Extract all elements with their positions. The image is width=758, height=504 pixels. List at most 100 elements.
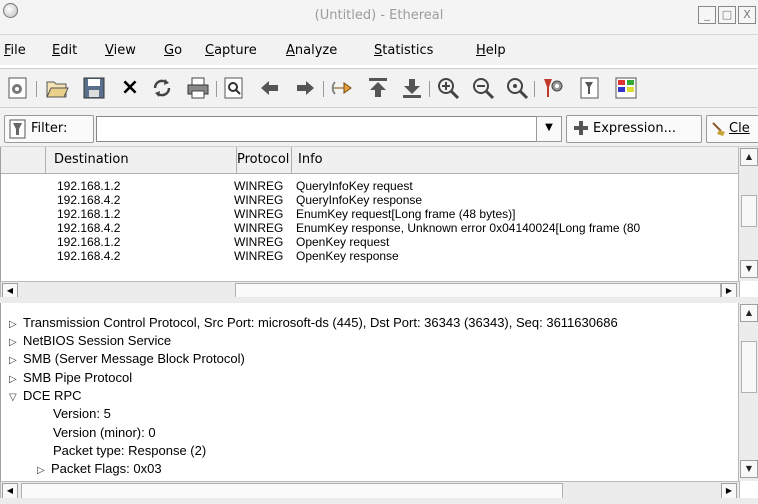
expander-collapsed-icon[interactable]: ▷ <box>9 374 23 385</box>
column-header-info[interactable]: Info <box>294 147 739 173</box>
packet-row[interactable]: 192.168.1.2 WINREG OpenKey request <box>1 235 739 249</box>
packet-details-tree: ▷ Transmission Control Protocol, Src Port… <box>0 303 739 481</box>
tree-row-text: Packet Flags: 0x03 <box>51 461 162 476</box>
packet-row[interactable]: 192.168.1.2 WINREG QueryInfoKey request <box>1 179 739 193</box>
packet-row[interactable]: 192.168.4.2 WINREG OpenKey response <box>1 249 739 263</box>
tree-row-text: Transmission Control Protocol, Src Port:… <box>23 315 618 330</box>
expander-expanded-icon[interactable]: ▽ <box>9 392 23 403</box>
tree-row-text: Packet type: Response (2) <box>53 443 207 458</box>
save-icon[interactable] <box>82 76 106 100</box>
expression-button[interactable]: Expression... <box>566 115 702 143</box>
scroll-down-button[interactable]: ▼ <box>740 460 758 478</box>
menu-view[interactable]: View <box>105 43 136 58</box>
tree-row-version-minor[interactable]: Version (minor): 0 <box>53 425 156 443</box>
close-window-button[interactable]: X <box>738 6 756 24</box>
interfaces-icon[interactable] <box>6 76 30 100</box>
filter-history-dropdown[interactable]: ▼ <box>536 116 562 142</box>
find-icon[interactable] <box>222 76 246 100</box>
forward-icon[interactable] <box>293 76 317 100</box>
scroll-right-button[interactable]: ▶ <box>721 483 737 499</box>
zoom-in-icon[interactable] <box>436 76 460 100</box>
toolbar-separator <box>429 81 430 97</box>
toolbar-separator <box>36 81 37 97</box>
minimize-button[interactable]: _ <box>698 6 716 24</box>
menu-statistics[interactable]: Statistics <box>374 43 433 58</box>
menu-capture[interactable]: Capture <box>205 43 257 58</box>
reload-icon[interactable] <box>150 76 174 100</box>
back-icon[interactable] <box>258 76 282 100</box>
zoom-out-icon[interactable] <box>471 76 495 100</box>
clear-label: Cle <box>729 121 750 136</box>
menu-file[interactable]: File <box>4 43 26 58</box>
packet-destination: 192.168.4.2 <box>57 193 121 207</box>
scroll-thumb[interactable] <box>741 195 757 227</box>
scroll-thumb[interactable] <box>741 341 757 393</box>
packet-info: QueryInfoKey response <box>296 193 423 207</box>
filter-label: Filter: <box>31 121 68 136</box>
packet-protocol: WINREG <box>234 249 284 263</box>
window-title: (Untitled) - Ethereal <box>314 8 444 23</box>
menu-help[interactable]: Help <box>476 43 506 58</box>
tree-row-tcp[interactable]: ▷ Transmission Control Protocol, Src Port… <box>9 315 618 333</box>
tree-row-packet-type[interactable]: Packet type: Response (2) <box>53 443 206 461</box>
packet-row[interactable]: 192.168.4.2 WINREG EnumKey response, Unk… <box>1 221 739 235</box>
scroll-left-button[interactable]: ◀ <box>2 483 18 499</box>
coloring-rules-icon[interactable] <box>614 76 638 100</box>
open-icon[interactable] <box>45 76 69 100</box>
packet-destination: 192.168.1.2 <box>57 179 121 193</box>
menu-analyze[interactable]: Analyze <box>286 43 337 58</box>
expander-collapsed-icon[interactable]: ▷ <box>37 465 51 476</box>
scroll-up-button[interactable]: ▲ <box>740 304 758 322</box>
clear-button[interactable]: Cle <box>706 115 758 143</box>
column-header-destination[interactable]: Destination <box>46 147 237 173</box>
packet-info: EnumKey request[Long frame (48 bytes)] <box>296 207 516 221</box>
close-icon[interactable]: × <box>118 76 142 100</box>
tree-row-smb-pipe[interactable]: ▷ SMB Pipe Protocol <box>9 370 132 388</box>
main-toolbar: × <box>0 68 758 108</box>
tree-row-version[interactable]: Version: 5 <box>53 406 111 424</box>
filter-toolbar: Filter: ▼ Expression... Cle <box>0 108 758 147</box>
goto-icon[interactable] <box>330 76 354 100</box>
scroll-down-button[interactable]: ▼ <box>740 260 758 278</box>
last-packet-icon[interactable] <box>400 76 424 100</box>
bottom-pane-divider[interactable] <box>0 498 758 504</box>
filter-button[interactable]: Filter: <box>4 115 94 143</box>
scroll-up-button[interactable]: ▲ <box>740 148 758 166</box>
menu-edit[interactable]: Edit <box>52 43 77 58</box>
capture-filter-icon[interactable] <box>540 76 564 100</box>
menu-go[interactable]: Go <box>164 43 182 58</box>
details-vscrollbar[interactable]: ▲ ▼ <box>738 303 758 481</box>
first-packet-icon[interactable] <box>366 76 390 100</box>
column-header-protocol[interactable]: Protocol <box>237 147 292 173</box>
tree-row-text: NetBIOS Session Service <box>23 333 172 348</box>
details-hscrollbar[interactable]: ◀ ▶ <box>0 481 740 499</box>
scroll-thumb[interactable] <box>21 483 563 499</box>
tree-row-dcerpc[interactable]: ▽ DCE RPC <box>9 388 82 406</box>
tree-row-smb[interactable]: ▷ SMB (Server Message Block Protocol) <box>9 351 245 369</box>
tree-row-text: Version (minor): 0 <box>53 425 156 440</box>
packet-list-vscrollbar[interactable]: ▲ ▼ <box>738 147 758 281</box>
packet-info: QueryInfoKey request <box>296 179 413 193</box>
tree-row-packet-flags[interactable]: ▷ Packet Flags: 0x03 <box>37 461 162 479</box>
maximize-button[interactable]: □ <box>718 6 736 24</box>
filter-icon <box>9 119 26 139</box>
expander-collapsed-icon[interactable]: ▷ <box>9 319 23 330</box>
menu-bar: File Edit View Go Capture Analyze Statis… <box>0 35 758 65</box>
tree-row-text: SMB Pipe Protocol <box>23 370 133 385</box>
packet-row[interactable]: 192.168.1.2 WINREG EnumKey request[Long … <box>1 207 739 221</box>
packet-row[interactable]: 192.168.4.2 WINREG QueryInfoKey response <box>1 193 739 207</box>
packet-destination: 192.168.4.2 <box>57 221 121 235</box>
print-icon[interactable] <box>186 76 210 100</box>
display-filter-icon[interactable] <box>578 76 602 100</box>
packet-protocol: WINREG <box>234 179 284 193</box>
expander-collapsed-icon[interactable]: ▷ <box>9 337 23 348</box>
tree-row-netbios[interactable]: ▷ NetBIOS Session Service <box>9 333 171 351</box>
zoom-normal-icon[interactable] <box>505 76 529 100</box>
broom-icon <box>712 122 725 136</box>
toolbar-separator <box>534 81 535 97</box>
plus-icon <box>574 121 588 135</box>
expander-collapsed-icon[interactable]: ▷ <box>9 355 23 366</box>
column-header-no[interactable] <box>1 147 46 173</box>
filter-input[interactable] <box>96 116 540 142</box>
packet-destination: 192.168.1.2 <box>57 207 121 221</box>
